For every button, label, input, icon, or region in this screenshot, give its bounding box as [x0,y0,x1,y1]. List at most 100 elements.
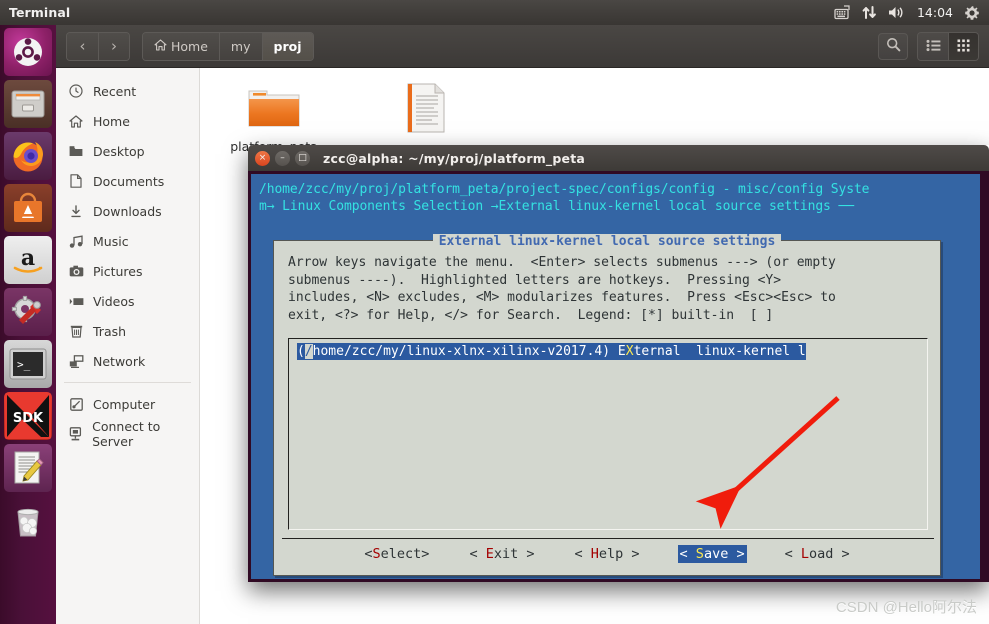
list-item-label-post: ternal linux-kernel l [633,344,806,359]
sidebar-item-computer[interactable]: Computer [56,389,199,419]
sidebar-item-documents[interactable]: Documents [56,166,199,196]
menuconfig-list[interactable]: (/home/zcc/my/linux-xlnx-xilinx-v2017.4)… [288,338,928,530]
sidebar-item-label: Home [93,113,130,129]
launcher-item-trash[interactable] [4,496,52,544]
sidebar-item-videos[interactable]: Videos [56,286,199,316]
terminal-content[interactable]: /home/zcc/my/proj/platform_peta/project-… [248,171,989,582]
btn-post: ave > [703,546,745,562]
sidebar-item-label: Network [93,353,146,369]
screen: Terminal 14:04 a >_ SDK ‹ › Home my proj… [0,0,989,624]
list-item-prefix: ( [297,344,305,359]
launcher-item-ubuntu-dash[interactable] [4,28,52,76]
sidebar-item-music[interactable]: Music [56,226,199,256]
sidebar-item-home[interactable]: Home [56,106,199,136]
search-button[interactable] [878,32,908,60]
breadcrumb-item-proj[interactable]: proj [261,32,313,60]
list-view-icon [926,37,941,56]
nav-buttons: ‹ › [66,31,130,61]
download-icon [68,204,84,218]
sidebar-item-label: Pictures [93,263,143,279]
camera-icon [68,265,84,277]
folder-icon [246,82,302,134]
sidebar-divider [64,382,191,383]
dialog-title-wrap: External linux-kernel local source setti… [274,233,940,249]
terminal-title: zcc@alpha: ~/my/proj/platform_peta [323,150,586,166]
music-icon [68,234,84,248]
terminal-titlebar[interactable]: × – □ zcc@alpha: ~/my/proj/platform_peta [248,145,989,171]
launcher-item-files[interactable] [4,80,52,128]
launcher-item-system-settings[interactable] [4,288,52,336]
btn-hotkey: S [695,546,704,562]
back-button[interactable]: ‹ [67,32,98,60]
video-icon [68,296,84,307]
sidebar-item-connect-to-server[interactable]: Connect to Server [56,419,199,449]
document-icon [68,174,84,188]
btn-hotkey: L [800,546,809,562]
server-icon [68,427,83,441]
maximize-icon[interactable]: □ [295,150,310,166]
btn-post: elect> [380,546,430,562]
breadcrumb-item-home[interactable]: Home [143,32,219,60]
btn-post: elp > [598,546,640,562]
list-item-path: home/zcc/my/linux-xlnx-xilinx-v2017.4) [312,344,611,359]
sidebar-item-label: Desktop [93,143,145,159]
network-updown-icon[interactable] [862,5,877,20]
sidebar-item-network[interactable]: Network [56,346,199,376]
btn-hotkey: E [485,546,494,562]
sidebar-item-recent[interactable]: Recent [56,76,199,106]
list-item-label-pre: E [610,344,626,359]
sidebar-item-pictures[interactable]: Pictures [56,256,199,286]
clock[interactable]: 14:04 [917,5,953,20]
terminal-window: × – □ zcc@alpha: ~/my/proj/platform_peta… [248,145,989,582]
watermark: CSDN @Hello阿尔法 [835,599,977,616]
sidebar-item-desktop[interactable]: Desktop [56,136,199,166]
forward-button[interactable]: › [98,32,129,60]
close-icon[interactable]: × [255,150,270,166]
launcher-item-amazon[interactable]: a [4,236,52,284]
sidebar-item-label: Trash [93,323,127,339]
minimize-icon[interactable]: – [275,150,290,166]
btn-pre: < [574,546,591,562]
document-icon [404,82,448,138]
breadcrumb-label: my [230,38,251,54]
unity-launcher: a >_ SDK [0,25,56,624]
load-button[interactable]: < Load > [783,545,852,563]
btn-pre: < [784,546,801,562]
sidebar-item-trash[interactable]: Trash [56,316,199,346]
dialog-help-text: Arrow keys navigate the menu. <Enter> se… [288,255,836,323]
launcher-item-terminal[interactable]: >_ [4,340,52,388]
select-button[interactable]: <Select> [362,545,431,563]
menuconfig-dialog: External linux-kernel local source setti… [273,234,941,576]
save-button[interactable]: < Save > [677,545,747,563]
launcher-item-xilinx-sdk[interactable]: SDK [4,392,52,440]
home-icon [154,38,167,54]
dialog-buttons: <Select> < Exit > < Help > < Save > < Lo… [274,545,940,563]
sidebar-item-downloads[interactable]: Downloads [56,196,199,226]
computer-icon [68,397,84,411]
view-mode-group [917,31,979,61]
clock-icon [68,84,84,98]
btn-pre: < [364,546,373,562]
keyboard-icon[interactable] [834,5,851,20]
launcher-item-ubuntu-software[interactable] [4,184,52,232]
folder-icon [68,145,84,157]
gear-icon[interactable] [964,5,980,21]
svg-text:SDK: SDK [13,411,44,426]
home-icon [68,114,84,128]
sidebar-item-label: Recent [93,83,137,99]
panel-app-title[interactable]: Terminal [9,5,70,20]
launcher-item-text-editor[interactable] [4,444,52,492]
list-item[interactable]: (/home/zcc/my/linux-xlnx-xilinx-v2017.4)… [297,343,806,360]
trash-icon [68,324,84,338]
launcher-item-firefox[interactable] [4,132,52,180]
breadcrumb-item-my[interactable]: my [218,32,262,60]
sidebar-item-label: Computer [93,396,156,412]
exit-button[interactable]: < Exit > [467,545,536,563]
file-manager-toolbar: ‹ › Home my proj [56,25,989,68]
list-item-cursor: / [304,344,313,359]
toolbar-right [878,31,979,61]
grid-view-button[interactable] [948,32,978,60]
volume-icon[interactable] [888,5,906,20]
list-view-button[interactable] [918,32,948,60]
help-button[interactable]: < Help > [572,545,641,563]
